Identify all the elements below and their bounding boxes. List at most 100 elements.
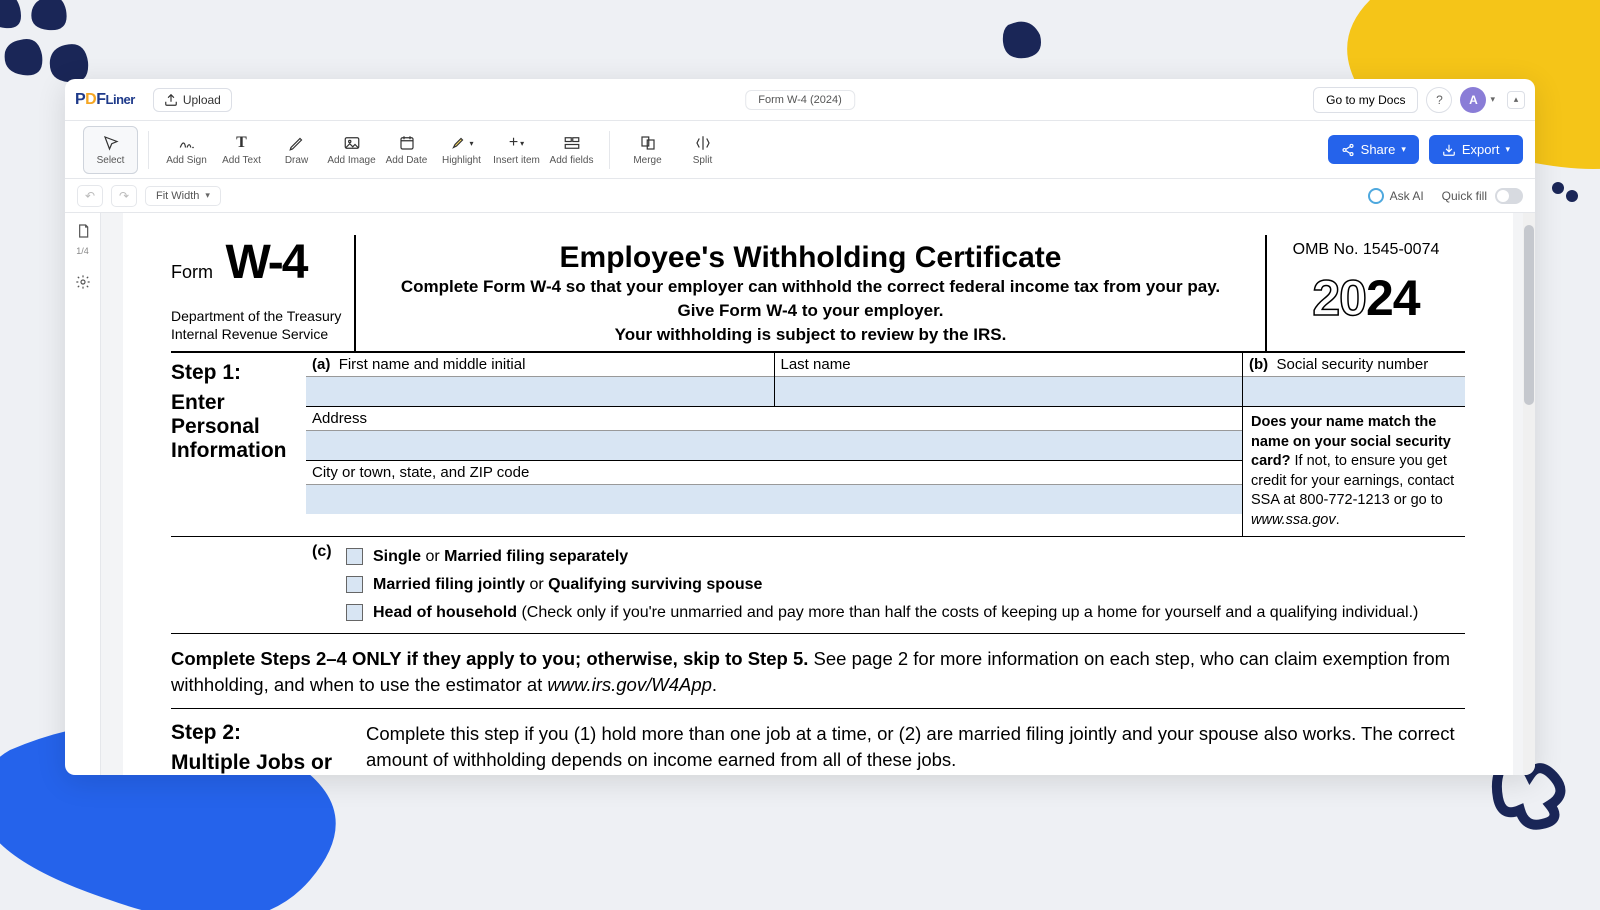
share-button[interactable]: Share ▾	[1328, 135, 1419, 164]
checkbox-single[interactable]	[346, 548, 363, 565]
form-word: Form	[171, 262, 213, 282]
upload-button[interactable]: Upload	[153, 88, 232, 112]
tool-add-image[interactable]: Add Image	[324, 126, 379, 174]
c-tag: (c)	[306, 543, 346, 627]
toolbar: Select Add Sign T Add Text Draw Add Imag…	[65, 121, 1535, 179]
chevron-down-icon: ▾	[205, 190, 210, 201]
chevron-down-icon: ▾	[1505, 144, 1510, 155]
checkbox-married-joint[interactable]	[346, 576, 363, 593]
tool-select[interactable]: Select	[83, 126, 138, 174]
tool-add-fields[interactable]: Add fields	[544, 126, 599, 174]
tool-insert-item[interactable]: +▾ Insert item	[489, 126, 544, 174]
tool-merge[interactable]: Merge	[620, 126, 675, 174]
label-last-name: Last name	[775, 353, 1243, 376]
label-ssn: (b) Social security number	[1243, 353, 1465, 376]
pdf-document: Form W-4 Department of the Treasury Inte…	[123, 213, 1513, 775]
scrollbar-thumb[interactable]	[1524, 225, 1534, 405]
left-rail: 1/4	[65, 213, 101, 775]
tool-split[interactable]: Split	[675, 126, 730, 174]
completion-instructions: Complete Steps 2–4 ONLY if they apply to…	[171, 634, 1465, 709]
chevron-down-icon: ▾	[1490, 94, 1495, 105]
tool-draw[interactable]: Draw	[269, 126, 324, 174]
document-title[interactable]: Form W-4 (2024)	[745, 90, 855, 110]
text-icon: T	[236, 133, 247, 153]
chevron-down-icon: ▾	[1401, 144, 1406, 155]
merge-icon	[639, 133, 657, 153]
label-first-name: (a) First name and middle initial	[306, 353, 774, 376]
step2-para1: Complete this step if you (1) hold more …	[366, 721, 1465, 773]
image-icon	[343, 133, 361, 153]
undo-button[interactable]: ↶	[77, 185, 103, 207]
page-indicator: 1/4	[76, 246, 89, 256]
option-married-joint: Married filing jointly or Qualifying sur…	[346, 571, 1459, 599]
input-ssn[interactable]	[1243, 376, 1465, 406]
tool-add-sign[interactable]: Add Sign	[159, 126, 214, 174]
quick-fill-toggle: Quick fill	[1442, 188, 1523, 204]
input-first-name[interactable]	[306, 376, 774, 406]
calendar-icon	[398, 133, 416, 153]
pencil-icon	[288, 133, 306, 153]
step1-section: Step 1: Enter Personal Information (a) F…	[171, 353, 1465, 537]
app-window: PDFLiner Upload Form W-4 (2024) Go to my…	[65, 79, 1535, 775]
split-icon	[694, 133, 712, 153]
department-line1: Department of the Treasury	[171, 308, 346, 326]
logo: PDFLiner	[75, 91, 135, 109]
department-line2: Internal Revenue Service	[171, 326, 346, 344]
step2-title: Multiple Jobs or Spouse	[171, 751, 366, 775]
avatar: A	[1460, 87, 1486, 113]
tool-highlight[interactable]: ▾ Highlight	[434, 126, 489, 174]
upload-label: Upload	[183, 93, 221, 107]
topbar: PDFLiner Upload Form W-4 (2024) Go to my…	[65, 79, 1535, 121]
scrollbar[interactable]	[1523, 213, 1535, 775]
option-single: Single or Married filing separately	[346, 543, 1459, 571]
workspace: 1/4 Form W-4 Department of the Treasury …	[65, 213, 1535, 775]
zoom-dropdown[interactable]: Fit Width ▾	[145, 186, 221, 206]
form-title: Employee's Withholding Certificate	[368, 241, 1253, 275]
export-button[interactable]: Export ▾	[1429, 135, 1523, 164]
option-head-household: Head of household (Check only if you're …	[346, 599, 1459, 627]
ask-ai-button[interactable]: Ask AI	[1368, 188, 1424, 204]
signature-icon	[178, 133, 196, 153]
help-button[interactable]: ?	[1426, 87, 1452, 113]
fields-icon	[563, 133, 581, 153]
input-city[interactable]	[306, 484, 1242, 514]
ai-icon	[1368, 188, 1384, 204]
step1-number: Step 1:	[171, 361, 300, 385]
pages-icon[interactable]	[75, 223, 91, 242]
omb-number: OMB No. 1545-0074	[1273, 241, 1459, 259]
form-code: W-4	[225, 235, 306, 290]
ssn-note: Does your name match the name on your so…	[1243, 407, 1465, 536]
checkbox-head-household[interactable]	[346, 604, 363, 621]
document-canvas[interactable]: Form W-4 Department of the Treasury Inte…	[101, 213, 1535, 775]
form-header: Form W-4 Department of the Treasury Inte…	[171, 235, 1465, 353]
decoration-blob	[1550, 180, 1580, 210]
filing-status-section: (c) Single or Married filing separately …	[171, 537, 1465, 634]
tool-add-text[interactable]: T Add Text	[214, 126, 269, 174]
highlighter-icon: ▾	[449, 133, 473, 153]
account-menu[interactable]: A ▾	[1460, 87, 1495, 113]
quick-fill-switch[interactable]	[1495, 188, 1523, 204]
settings-icon[interactable]	[75, 274, 91, 293]
subtoolbar: ↶ ↷ Fit Width ▾ Ask AI Quick fill	[65, 179, 1535, 213]
cursor-icon	[102, 133, 120, 153]
tool-add-date[interactable]: Add Date	[379, 126, 434, 174]
step2-number: Step 2:	[171, 721, 366, 745]
form-subtitle-2: Give Form W-4 to your employer.	[368, 301, 1253, 321]
decoration-blob	[1000, 20, 1045, 60]
form-year: 2024	[1273, 269, 1459, 327]
step1-title: Enter Personal Information	[171, 391, 300, 463]
share-icon	[1341, 143, 1355, 157]
step2-section: Step 2: Multiple Jobs or Spouse Complete…	[171, 709, 1465, 775]
label-city: City or town, state, and ZIP code	[306, 461, 1242, 484]
decoration-blob	[0, 0, 120, 85]
input-last-name[interactable]	[775, 376, 1243, 406]
input-address[interactable]	[306, 430, 1242, 460]
collapse-button[interactable]: ▴	[1507, 91, 1525, 109]
label-address: Address	[306, 407, 1242, 430]
redo-button[interactable]: ↷	[111, 185, 137, 207]
form-subtitle-1: Complete Form W-4 so that your employer …	[368, 277, 1253, 297]
plus-icon: +▾	[509, 133, 524, 153]
upload-icon	[164, 93, 178, 107]
form-subtitle-3: Your withholding is subject to review by…	[368, 325, 1253, 345]
goto-docs-button[interactable]: Go to my Docs	[1313, 87, 1418, 113]
